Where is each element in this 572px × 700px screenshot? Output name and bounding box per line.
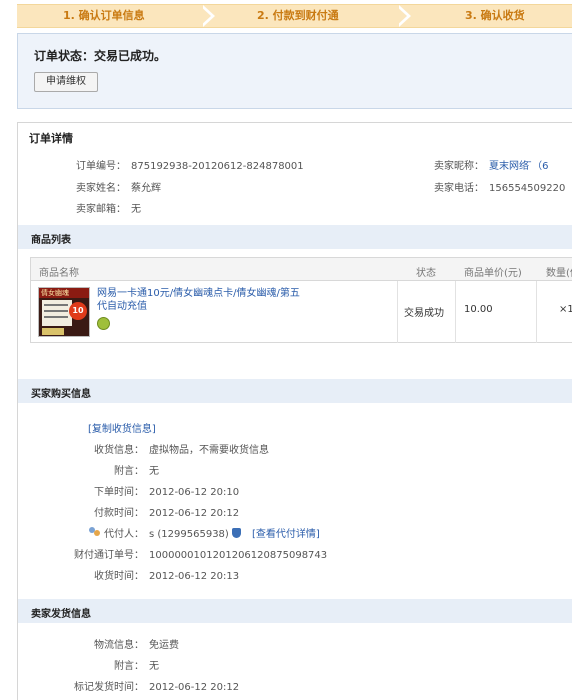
- receive-time-row: 收货时间： 2012-06-12 20:13: [94, 571, 240, 582]
- goods-section-header: 商品列表: [18, 225, 572, 249]
- seller-phone: 156554509220: [489, 183, 566, 194]
- order-status-text: 订单状态：交易已成功。: [34, 49, 167, 63]
- appeal-button[interactable]: 申请维权: [34, 72, 98, 92]
- people-icon: [89, 527, 103, 538]
- buyer-section-header: 买家购买信息: [18, 379, 572, 403]
- shipping-section-header: 卖家发货信息: [18, 599, 572, 623]
- order-details-title: 订单详情: [29, 132, 73, 145]
- order-status-box: 订单状态：交易已成功。 申请维权: [17, 33, 572, 109]
- shipping-note-row: 附言：无: [114, 661, 159, 672]
- product-price: 10.00: [464, 304, 493, 315]
- logistics-row: 物流信息： 免运费: [94, 640, 179, 651]
- product-thumbnail[interactable]: 倩女幽魂 10: [38, 287, 90, 337]
- tenpay-order-row: 财付通订单号： 1000000101201206120875098743: [74, 550, 328, 561]
- order-number: 875192938-20120612-824878001: [131, 161, 304, 172]
- step-confirm-order: 1. 确认订单信息: [63, 9, 145, 22]
- copy-shipping-info-link[interactable]: [复制收货信息]: [88, 424, 156, 435]
- goods-table-header: 商品名称 状态 商品单价(元) 数量(件: [31, 258, 572, 281]
- product-title-link[interactable]: 网易一卡通10元/倩女幽魂点卡/倩女幽魂/第五代自动充值: [97, 287, 307, 313]
- step-pay-tenpay: 2. 付款到财付通: [257, 9, 339, 22]
- payment-time-row: 付款时间： 2012-06-12 20:12: [94, 508, 240, 519]
- seller-phone-row: 卖家电话： 156554509220: [434, 183, 566, 194]
- step-confirm-receipt: 3. 确认收货: [465, 9, 525, 22]
- payer-row: 代付人： s (1299565938) [查看代付详情]: [48, 525, 320, 540]
- order-details-panel: 订单详情 订单编号： 875192938-20120612-824878001 卖…: [17, 122, 572, 700]
- shield-icon: [231, 528, 241, 538]
- shipping-info-row: 收货信息： 虚拟物品，不需要收货信息: [94, 445, 269, 456]
- progress-steps: 1. 确认订单信息 2. 付款到财付通 3. 确认收货: [17, 4, 572, 28]
- seller-name-row: 卖家姓名： 蔡允辉: [76, 183, 161, 194]
- seller-email-row: 卖家邮箱：无: [76, 204, 141, 215]
- order-number-row: 订单编号： 875192938-20120612-824878001: [76, 161, 304, 172]
- order-time-row: 下单时间： 2012-06-12 20:10: [94, 487, 240, 498]
- view-payer-details-link[interactable]: [查看代付详情]: [252, 529, 320, 540]
- payer-value: s (1299565938): [149, 529, 229, 540]
- ship-mark-time-row: 标记发货时间： 2012-06-12 20:12: [74, 682, 240, 693]
- product-qty: ×1: [559, 304, 572, 315]
- product-status: 交易成功: [404, 308, 444, 319]
- tenpay-order-number: 1000000101201206120875098743: [149, 550, 328, 561]
- product-badge-icon: [97, 317, 110, 330]
- buyer-note-row: 附言：无: [114, 466, 159, 477]
- seller-nick-link[interactable]: 夏末网络 ̄（6: [489, 161, 549, 172]
- goods-table: 商品名称 状态 商品单价(元) 数量(件 倩女幽魂 10 网易一卡通10元/倩女…: [30, 257, 572, 343]
- seller-name: 蔡允辉: [131, 183, 161, 194]
- seller-email: 无: [131, 204, 141, 215]
- seller-nick-row: 卖家昵称： 夏末网络 ̄（6: [434, 161, 549, 172]
